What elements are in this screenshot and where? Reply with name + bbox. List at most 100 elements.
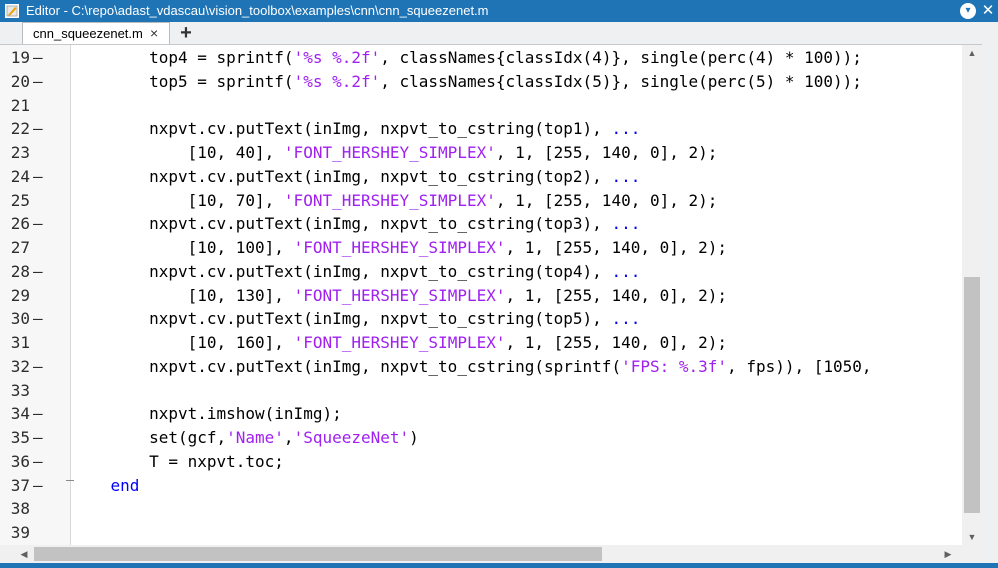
code-text: [10, 160], 'FONT_HERSHEY_SIMPLEX', 1, [2… bbox=[72, 331, 727, 355]
scrollbar-corner bbox=[962, 545, 982, 563]
code-text: nxpvt.cv.putText(inImg, nxpvt_to_cstring… bbox=[72, 307, 640, 331]
code-token: , bbox=[283, 428, 294, 447]
breakpoint-marker[interactable]: — bbox=[33, 307, 43, 331]
code-token: nxpvt.cv.putText(inImg, nxpvt_to_cstring… bbox=[72, 356, 622, 376]
code-line[interactable]: 22— nxpvt.cv.putText(inImg, nxpvt_to_cst… bbox=[0, 117, 962, 141]
code-token: set(gcf, bbox=[72, 428, 227, 447]
code-token: , 1, [255, 140, 0], 2); bbox=[495, 143, 718, 162]
breakpoint-marker[interactable]: — bbox=[33, 474, 43, 498]
code-line[interactable]: 21 bbox=[0, 94, 962, 118]
code-token: , classNames{classIdx(4)}, single(perc(4… bbox=[380, 48, 862, 67]
tab-cnn-squeezenet[interactable]: cnn_squeezenet.m × bbox=[22, 22, 170, 44]
code-text: nxpvt.cv.putText(inImg, nxpvt_to_cstring… bbox=[72, 355, 871, 379]
code-token: ) bbox=[409, 428, 419, 447]
code-line[interactable]: 34— nxpvt.imshow(inImg); bbox=[0, 402, 962, 426]
window-title: Editor - C:\repo\adast_vdascau\vision_to… bbox=[26, 3, 489, 18]
code-text: nxpvt.cv.putText(inImg, nxpvt_to_cstring… bbox=[72, 117, 640, 141]
code-text: [10, 70], 'FONT_HERSHEY_SIMPLEX', 1, [25… bbox=[72, 189, 718, 213]
horizontal-scrollbar[interactable]: ◀ ▶ bbox=[0, 545, 962, 563]
right-edge-panel bbox=[982, 22, 998, 563]
code-token: , 1, [255, 140, 0], 2); bbox=[495, 190, 718, 210]
close-tab-icon[interactable]: × bbox=[150, 25, 158, 41]
scroll-up-icon[interactable]: ▲ bbox=[962, 45, 982, 61]
breakpoint-marker[interactable]: — bbox=[33, 165, 43, 189]
code-token: , 1, [255, 140, 0], 2); bbox=[505, 333, 728, 352]
new-tab-button[interactable]: + bbox=[174, 23, 198, 43]
scroll-left-icon[interactable]: ◀ bbox=[16, 546, 32, 562]
code-line[interactable]: 30— nxpvt.cv.putText(inImg, nxpvt_to_cst… bbox=[0, 307, 962, 331]
line-number: 33 bbox=[10, 380, 30, 400]
keyword: ... bbox=[611, 119, 641, 139]
code-line[interactable]: 28— nxpvt.cv.putText(inImg, nxpvt_to_cst… bbox=[0, 260, 962, 284]
code-line[interactable]: 27 [10, 100], 'FONT_HERSHEY_SIMPLEX', 1,… bbox=[0, 236, 962, 260]
code-token: , 1, [255, 140, 0], 2); bbox=[505, 285, 728, 305]
breakpoint-marker[interactable]: — bbox=[33, 46, 43, 70]
code-token: top4 = sprintf( bbox=[72, 48, 294, 67]
breakpoint-marker[interactable]: — bbox=[33, 402, 43, 426]
line-number: 36 bbox=[10, 451, 30, 471]
line-number: 38 bbox=[10, 499, 30, 519]
vertical-scrollbar[interactable]: ▲ ▼ bbox=[962, 45, 982, 545]
code-line[interactable]: 25 [10, 70], 'FONT_HERSHEY_SIMPLEX', 1, … bbox=[0, 189, 962, 213]
scroll-right-icon[interactable]: ▶ bbox=[940, 546, 956, 562]
code-token: [10, 100], bbox=[72, 238, 294, 257]
string-literal: 'FONT_HERSHEY_SIMPLEX' bbox=[293, 285, 506, 305]
keyword: ... bbox=[611, 214, 641, 234]
line-number: 32 bbox=[10, 356, 30, 376]
code-text: [10, 40], 'FONT_HERSHEY_SIMPLEX', 1, [25… bbox=[72, 141, 718, 165]
breakpoint-marker[interactable]: — bbox=[33, 355, 43, 379]
code-line[interactable]: 26— nxpvt.cv.putText(inImg, nxpvt_to_cst… bbox=[0, 212, 962, 236]
code-token: [10, 40], bbox=[72, 143, 284, 162]
line-number: 37 bbox=[10, 475, 30, 495]
code-line[interactable]: 31 [10, 160], 'FONT_HERSHEY_SIMPLEX', 1,… bbox=[0, 331, 962, 355]
line-number: 23 bbox=[10, 143, 30, 162]
string-literal: '%s %.2f' bbox=[293, 48, 381, 67]
code-token: [10, 70], bbox=[72, 190, 284, 210]
code-line[interactable]: 33 bbox=[0, 379, 962, 403]
code-line[interactable]: 38 bbox=[0, 497, 962, 521]
vertical-scroll-thumb[interactable] bbox=[964, 277, 980, 513]
breakpoint-marker[interactable]: — bbox=[33, 426, 43, 450]
code-token: , classNames{classIdx(5)}, single(perc(5… bbox=[380, 71, 862, 91]
code-line[interactable]: 39 bbox=[0, 521, 962, 545]
line-number: 26 bbox=[10, 214, 30, 234]
code-line[interactable]: 35— set(gcf,'Name','SqueezeNet') bbox=[0, 426, 962, 450]
code-line[interactable]: 19— top4 = sprintf('%s %.2f', classNames… bbox=[0, 46, 962, 70]
line-number: 35 bbox=[10, 428, 30, 447]
breakpoint-marker[interactable]: — bbox=[33, 260, 43, 284]
code-text: T = nxpvt.toc; bbox=[72, 450, 284, 474]
code-text: top4 = sprintf('%s %.2f', classNames{cla… bbox=[72, 46, 862, 70]
code-text: end bbox=[72, 474, 140, 498]
code-line[interactable]: 32— nxpvt.cv.putText(inImg, nxpvt_to_cst… bbox=[0, 355, 962, 379]
close-editor-button[interactable]: ✕ bbox=[980, 2, 996, 20]
breakpoint-marker[interactable]: — bbox=[33, 450, 43, 474]
breakpoint-marker[interactable]: — bbox=[33, 212, 43, 236]
code-line[interactable]: 36— T = nxpvt.toc; bbox=[0, 450, 962, 474]
scroll-down-icon[interactable]: ▼ bbox=[962, 529, 982, 545]
code-line[interactable]: 37— end bbox=[0, 474, 962, 498]
horizontal-scroll-thumb[interactable] bbox=[34, 547, 602, 561]
line-number: 28 bbox=[10, 261, 30, 281]
string-literal: 'FONT_HERSHEY_SIMPLEX' bbox=[293, 238, 506, 257]
code-line[interactable]: 29 [10, 130], 'FONT_HERSHEY_SIMPLEX', 1,… bbox=[0, 284, 962, 308]
code-line[interactable]: 20— top5 = sprintf('%s %.2f', classNames… bbox=[0, 70, 962, 94]
string-literal: 'FPS: %.3f' bbox=[621, 356, 728, 376]
code-token: , 1, [255, 140, 0], 2); bbox=[505, 238, 728, 257]
code-line[interactable]: 24— nxpvt.cv.putText(inImg, nxpvt_to_cst… bbox=[0, 165, 962, 189]
code-token: nxpvt.cv.putText(inImg, nxpvt_to_cstring… bbox=[72, 214, 612, 234]
line-number: 21 bbox=[10, 95, 30, 115]
code-line[interactable]: 23 [10, 40], 'FONT_HERSHEY_SIMPLEX', 1, … bbox=[0, 141, 962, 165]
line-number: 29 bbox=[10, 285, 30, 305]
line-number: 25 bbox=[10, 190, 30, 210]
title-bar: Editor - C:\repo\adast_vdascau\vision_to… bbox=[0, 0, 998, 22]
breakpoint-marker[interactable]: — bbox=[33, 117, 43, 141]
breakpoint-marker[interactable]: — bbox=[33, 70, 43, 94]
line-number: 19 bbox=[10, 48, 30, 67]
code-text: nxpvt.cv.putText(inImg, nxpvt_to_cstring… bbox=[72, 212, 640, 236]
string-literal: 'FONT_HERSHEY_SIMPLEX' bbox=[293, 333, 506, 352]
code-text: nxpvt.imshow(inImg); bbox=[72, 402, 342, 426]
keyword: ... bbox=[611, 261, 641, 281]
code-editor[interactable]: 19— top4 = sprintf('%s %.2f', classNames… bbox=[0, 45, 962, 545]
window-menu-button[interactable]: ▾ bbox=[960, 3, 976, 19]
